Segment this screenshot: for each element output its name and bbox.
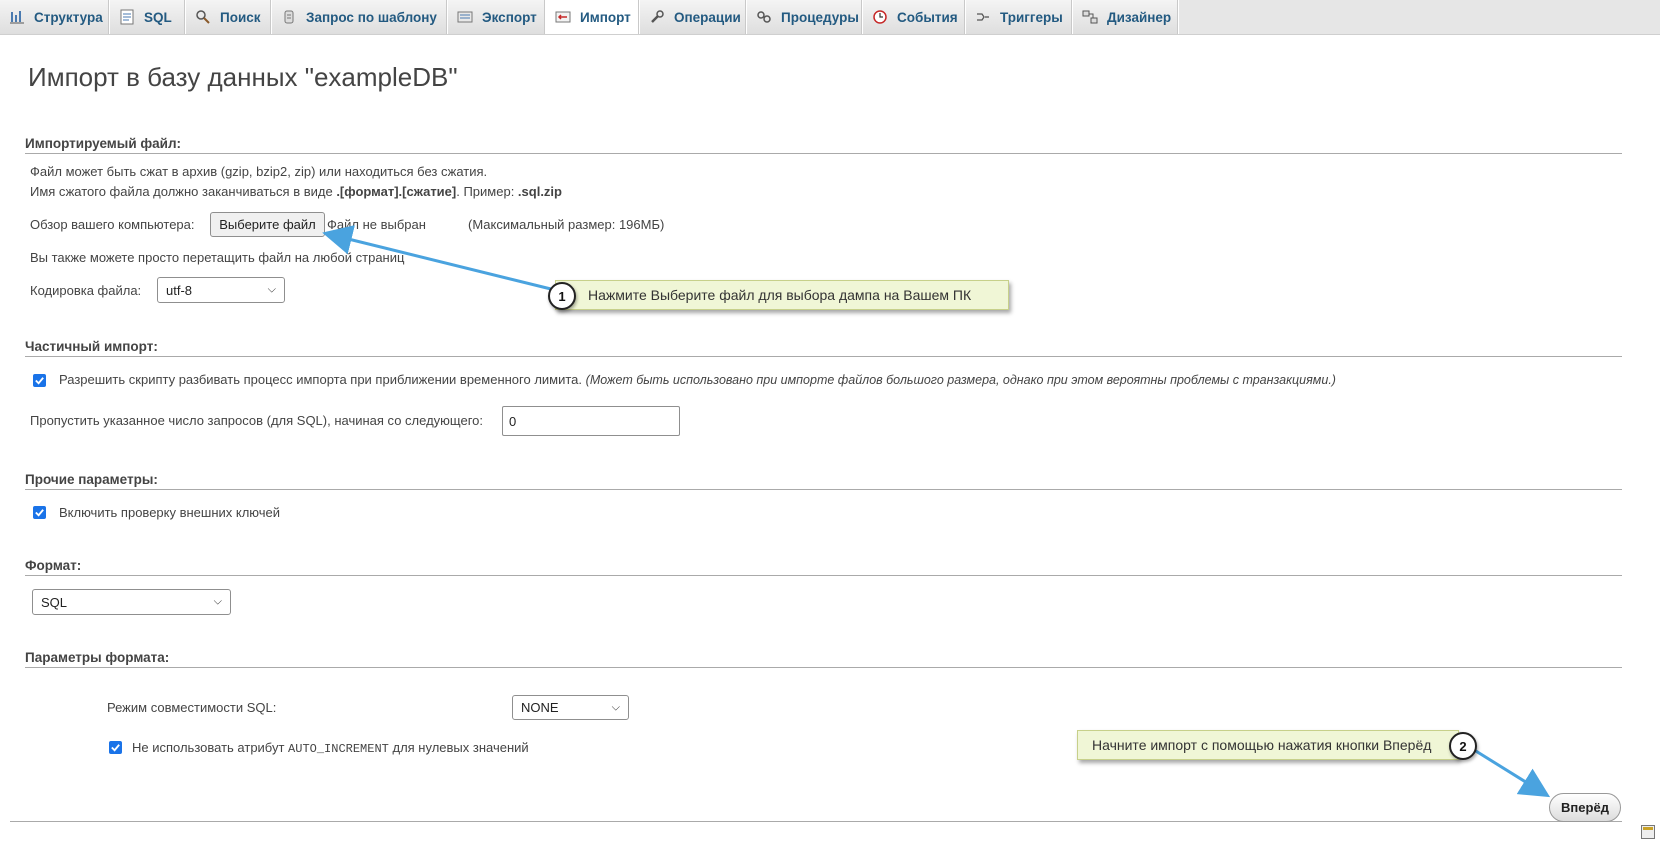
tab-bar: Структура SQL Поиск Запрос по шаблону Эк…	[0, 0, 1660, 35]
tab-events[interactable]: События	[863, 0, 966, 34]
chevron-down-icon: ⌵	[267, 283, 276, 296]
check-icon	[111, 744, 120, 752]
tab-label: Структура	[34, 9, 103, 25]
skip-queries-label: Пропустить указанное число запросов (для…	[30, 413, 483, 428]
allow-interrupt-label: Разрешить скрипту разбивать процесс импо…	[59, 372, 583, 387]
sql-compat-label: Режим совместимости SQL:	[107, 700, 277, 715]
tab-label: Триггеры	[1000, 9, 1063, 25]
format-section-heading: Формат:	[25, 558, 1622, 576]
chevron-down-icon: ⌵	[611, 701, 620, 713]
tab-label: Запрос по шаблону	[306, 9, 437, 25]
format-options-heading: Параметры формата:	[25, 650, 1622, 668]
tab-triggers[interactable]: Триггеры	[966, 0, 1073, 34]
check-icon	[35, 509, 44, 517]
tab-label: Процедуры	[781, 9, 859, 25]
clock-icon	[872, 9, 888, 25]
tab-label: События	[897, 9, 958, 25]
query-icon	[281, 9, 297, 25]
tab-export[interactable]: Экспорт	[448, 0, 546, 34]
export-icon	[457, 9, 473, 25]
page-title: Импорт в базу данных "exampleDB"	[28, 62, 458, 92]
designer-icon	[1082, 9, 1098, 25]
foreign-key-label: Включить проверку внешних ключей	[59, 505, 281, 520]
no-auto-increment-suffix: для нулевых значений	[388, 740, 529, 755]
tab-designer[interactable]: Дизайнер	[1073, 0, 1179, 34]
sql-compat-value: NONE	[521, 700, 559, 715]
format-value: SQL	[41, 594, 68, 610]
callout-1-text: Нажмите Выберите файл для выбора дампа н…	[588, 287, 972, 303]
sql-icon	[119, 9, 135, 25]
auto-increment-code: AUTO_INCREMENT	[288, 742, 389, 756]
check-icon	[35, 377, 44, 385]
filename-note-middle: . Пример:	[456, 184, 518, 199]
charset-select[interactable]: utf-8 ⌵	[157, 277, 285, 303]
search-icon	[195, 9, 211, 25]
compression-note: Файл может быть сжат в архив (gzip, bzip…	[30, 164, 488, 179]
tab-label: Экспорт	[482, 9, 537, 25]
no-auto-increment-checkbox[interactable]	[109, 741, 122, 754]
partial-section-heading: Частичный импорт:	[25, 339, 1622, 357]
tab-label: Дизайнер	[1107, 9, 1172, 25]
choose-file-button[interactable]: Выберите файл	[210, 212, 325, 237]
tab-operations[interactable]: Операции	[640, 0, 747, 34]
no-auto-increment-prefix: Не использовать атрибут	[132, 740, 289, 755]
filename-example: .sql.zip	[517, 184, 562, 199]
import-icon	[555, 9, 571, 25]
allow-interrupt-checkbox[interactable]	[33, 374, 46, 387]
filename-format: .[формат].[сжатие]	[336, 184, 457, 199]
callout-2-text: Начните импорт с помощью нажатия кнопки …	[1092, 737, 1432, 753]
allow-interrupt-note: (Может быть использовано при импорте фай…	[585, 373, 1336, 387]
chevron-down-icon: ⌵	[213, 595, 222, 608]
structure-icon	[9, 9, 25, 25]
console-icon[interactable]	[1641, 825, 1655, 839]
tab-structure[interactable]: Структура	[0, 0, 110, 34]
callout-2: Начните импорт с помощью нажатия кнопки …	[1077, 730, 1459, 760]
callout-1: Нажмите Выберите файл для выбора дампа н…	[555, 280, 1009, 310]
tab-import[interactable]: Импорт	[546, 0, 640, 34]
no-file-text: Файл не выбран	[327, 217, 426, 232]
file-section-heading: Импортируемый файл:	[25, 136, 1622, 154]
no-auto-increment-text: Не использовать атрибут AUTO_INCREMENT д…	[132, 740, 529, 756]
triggers-icon	[975, 9, 991, 25]
go-button[interactable]: Вперёд	[1549, 793, 1621, 822]
drag-drop-note: Вы также можете просто перетащить файл н…	[30, 250, 405, 265]
foreign-key-checkbox[interactable]	[33, 506, 46, 519]
allow-interrupt-text: Разрешить скрипту разбивать процесс импо…	[59, 372, 1336, 387]
tab-search[interactable]: Поиск	[186, 0, 272, 34]
browse-label: Обзор вашего компьютера:	[30, 217, 195, 232]
skip-queries-input[interactable]: 0	[502, 406, 680, 436]
other-section-heading: Прочие параметры:	[25, 472, 1622, 490]
tab-routines[interactable]: Процедуры	[747, 0, 863, 34]
tab-label: SQL	[144, 9, 172, 25]
tab-label: Операции	[674, 9, 741, 25]
routines-icon	[756, 9, 772, 25]
sql-compat-select[interactable]: NONE ⌵	[512, 695, 629, 720]
wrench-icon	[649, 9, 665, 25]
charset-value: utf-8	[166, 282, 193, 298]
bottom-divider	[10, 821, 1622, 822]
callout-1-number: 1	[548, 282, 576, 310]
tab-label: Поиск	[220, 9, 261, 25]
format-select[interactable]: SQL ⌵	[32, 589, 231, 615]
charset-label: Кодировка файла:	[30, 283, 142, 298]
tab-label: Импорт	[580, 9, 631, 25]
filename-note: Имя сжатого файла должно заканчиваться в…	[30, 184, 562, 199]
filename-note-prefix: Имя сжатого файла должно заканчиваться в…	[30, 184, 337, 199]
tab-sql[interactable]: SQL	[110, 0, 186, 34]
callout-2-number: 2	[1449, 732, 1477, 760]
tab-query[interactable]: Запрос по шаблону	[272, 0, 448, 34]
arrow-to-go-button	[1470, 746, 1551, 798]
max-size-text: (Максимальный размер: 196МБ)	[468, 217, 665, 232]
